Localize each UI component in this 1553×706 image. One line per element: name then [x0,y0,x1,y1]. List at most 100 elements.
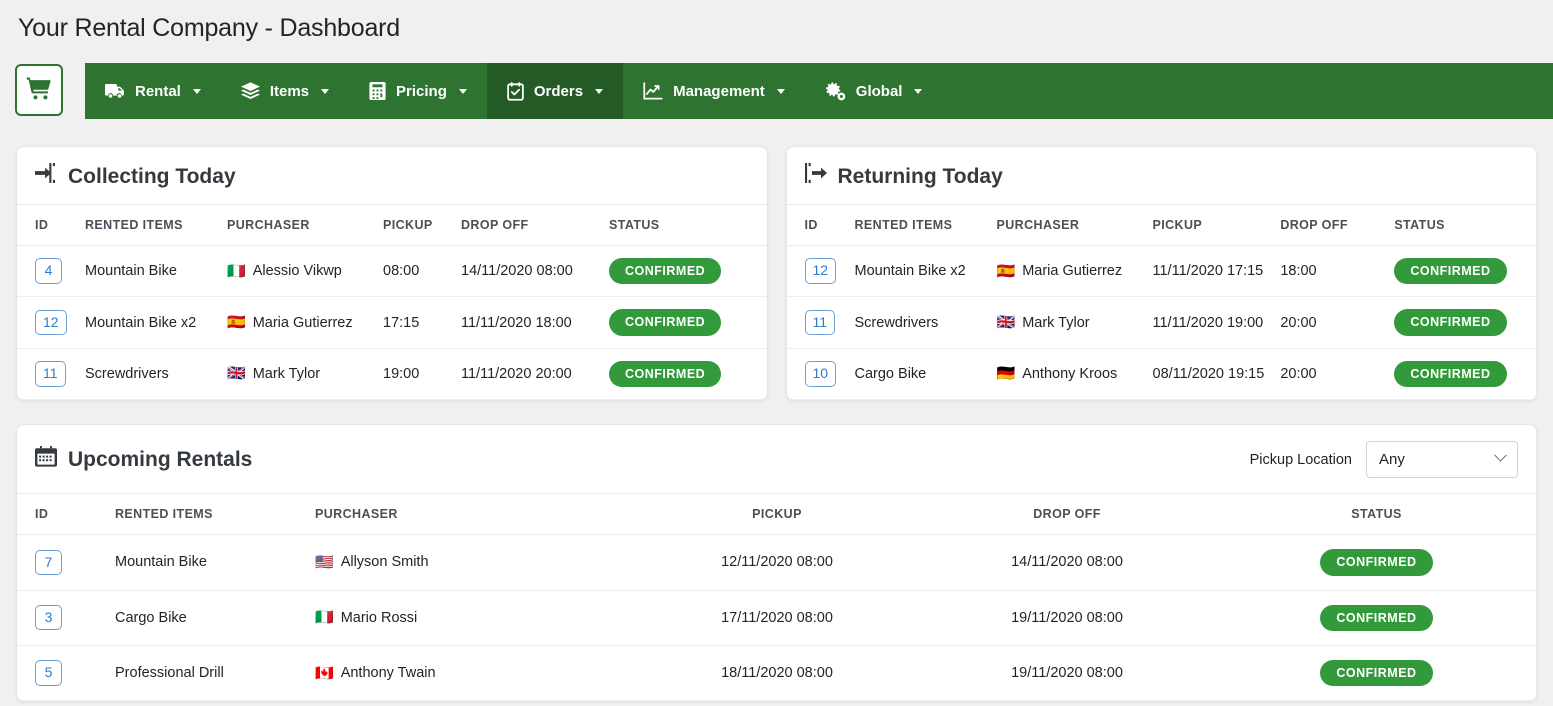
cell-items: Mountain Bike x2 [847,246,989,297]
cell-items: Mountain Bike x2 [77,297,219,348]
cell-pickup: 12/11/2020 08:00 [637,535,917,590]
status-badge: CONFIRMED [609,309,721,335]
status-badge: CONFIRMED [1320,605,1432,631]
purchaser-name: Maria Gutierrez [253,315,353,331]
order-id-badge[interactable]: 12 [805,258,837,283]
table-row[interactable]: 11 Screwdrivers 🇬🇧 Mark Tylor 11/11/2020… [787,297,1537,348]
column-header-id: ID [17,205,77,246]
cell-id: 11 [17,348,77,399]
cell-dropoff: 14/11/2020 08:00 [453,246,599,297]
cell-pickup: 08/11/2020 19:15 [1145,348,1273,399]
order-id-badge[interactable]: 11 [35,361,66,386]
card-header: Collecting Today [17,147,767,204]
table-row[interactable]: 4 Mountain Bike 🇮🇹 Alessio Vikwp 08:00 1… [17,246,767,297]
cell-purchaser: 🇬🇧 Mark Tylor [989,297,1145,348]
cell-id: 11 [787,297,847,348]
cell-pickup: 11/11/2020 19:00 [1145,297,1273,348]
cell-dropoff: 20:00 [1272,348,1384,399]
cell-id: 10 [787,348,847,399]
order-id-badge[interactable]: 10 [805,361,837,386]
cell-id: 12 [17,297,77,348]
cell-pickup: 19:00 [375,348,453,399]
cell-purchaser: 🇪🇸 Maria Gutierrez [219,297,375,348]
cell-purchaser: 🇮🇹 Mario Rossi [307,590,637,645]
nav-item-label: Management [673,83,765,100]
order-id-badge[interactable]: 4 [35,258,62,283]
card-title: Returning Today [805,163,1003,189]
upcoming-rentals-card: Upcoming Rentals Pickup Location Any ID … [16,424,1537,702]
cell-id: 7 [17,535,107,590]
nav-item-management[interactable]: Management [623,63,805,119]
nav-item-label: Pricing [396,83,447,100]
column-header-pickup: PICKUP [637,494,917,535]
returning-today-card: Returning Today ID RENTED ITEMS PURCHASE… [786,146,1538,401]
cell-purchaser: 🇮🇹 Alessio Vikwp [219,246,375,297]
card-title: Upcoming Rentals [35,446,252,473]
cell-dropoff: 19/11/2020 08:00 [917,590,1217,645]
order-id-badge[interactable]: 3 [35,605,62,630]
purchaser-name: Mark Tylor [253,366,320,382]
cell-purchaser: 🇩🇪 Anthony Kroos [989,348,1145,399]
cell-pickup: 08:00 [375,246,453,297]
nav-item-label: Items [270,83,309,100]
main-menu: Rental Items Pricing [85,63,1553,119]
chevron-down-icon [1494,449,1507,462]
card-header: Returning Today [787,147,1537,204]
chevron-down-icon [914,89,922,94]
cell-id: 4 [17,246,77,297]
order-id-badge[interactable]: 5 [35,660,62,685]
table-row[interactable]: 12 Mountain Bike x2 🇪🇸 Maria Gutierrez 1… [17,297,767,348]
nav-item-items[interactable]: Items [221,63,349,119]
order-id-badge[interactable]: 11 [805,310,836,335]
table-head: ID RENTED ITEMS PURCHASER PICKUP DROP OF… [17,205,767,246]
cell-dropoff: 11/11/2020 18:00 [453,297,599,348]
returning-today-table: ID RENTED ITEMS PURCHASER PICKUP DROP OF… [787,204,1537,400]
table-head: ID RENTED ITEMS PURCHASER PICKUP DROP OF… [787,205,1537,246]
column-header-status: STATUS [1217,494,1536,535]
layers-icon [241,82,260,100]
nav-item-orders[interactable]: Orders [487,63,623,119]
pickup-location-select[interactable]: Any [1366,441,1518,478]
order-id-badge[interactable]: 7 [35,550,62,575]
table-row[interactable]: 10 Cargo Bike 🇩🇪 Anthony Kroos 08/11/202… [787,348,1537,399]
table-header-row: ID RENTED ITEMS PURCHASER PICKUP DROP OF… [17,494,1536,535]
table-row[interactable]: 12 Mountain Bike x2 🇪🇸 Maria Gutierrez 1… [787,246,1537,297]
table-row[interactable]: 5 Professional Drill 🇨🇦 Anthony Twain 18… [17,645,1536,700]
column-header-purchaser: PURCHASER [307,494,637,535]
cell-id: 12 [787,246,847,297]
nav-item-global[interactable]: Global [805,63,943,119]
cell-pickup: 17:15 [375,297,453,348]
table-row[interactable]: 11 Screwdrivers 🇬🇧 Mark Tylor 19:00 11/1… [17,348,767,399]
nav-item-rental[interactable]: Rental [85,63,221,119]
column-header-id: ID [787,205,847,246]
cell-dropoff: 11/11/2020 20:00 [453,348,599,399]
cell-status: CONFIRMED [1217,590,1536,645]
collecting-today-card: Collecting Today ID RENTED ITEMS PURCHAS… [16,146,768,401]
purchaser-name: Anthony Twain [341,665,436,681]
chevron-down-icon [193,89,201,94]
brand-logo-button[interactable] [15,64,63,116]
cell-id: 5 [17,645,107,700]
chevron-down-icon [321,89,329,94]
table-row[interactable]: 3 Cargo Bike 🇮🇹 Mario Rossi 17/11/2020 0… [17,590,1536,645]
order-id-badge[interactable]: 12 [35,310,67,335]
status-badge: CONFIRMED [1320,660,1432,686]
table-header-row: ID RENTED ITEMS PURCHASER PICKUP DROP OF… [17,205,767,246]
chevron-down-icon [459,89,467,94]
shopping-cart-icon [25,74,53,107]
clipboard-check-icon [507,82,524,101]
purchaser-name: Maria Gutierrez [1022,263,1122,279]
cell-items: Cargo Bike [847,348,989,399]
cell-dropoff: 18:00 [1272,246,1384,297]
nav-item-pricing[interactable]: Pricing [349,63,487,119]
nav-item-label: Rental [135,83,181,100]
top-cards-row: Collecting Today ID RENTED ITEMS PURCHAS… [16,146,1537,401]
cell-pickup: 17/11/2020 08:00 [637,590,917,645]
cogs-icon [825,82,846,101]
country-flag-icon: 🇪🇸 [997,264,1016,279]
cell-pickup: 11/11/2020 17:15 [1145,246,1273,297]
collecting-today-table: ID RENTED ITEMS PURCHASER PICKUP DROP OF… [17,204,767,400]
table-row[interactable]: 7 Mountain Bike 🇺🇸 Allyson Smith 12/11/2… [17,535,1536,590]
column-header-status: STATUS [1384,205,1536,246]
cell-purchaser: 🇬🇧 Mark Tylor [219,348,375,399]
